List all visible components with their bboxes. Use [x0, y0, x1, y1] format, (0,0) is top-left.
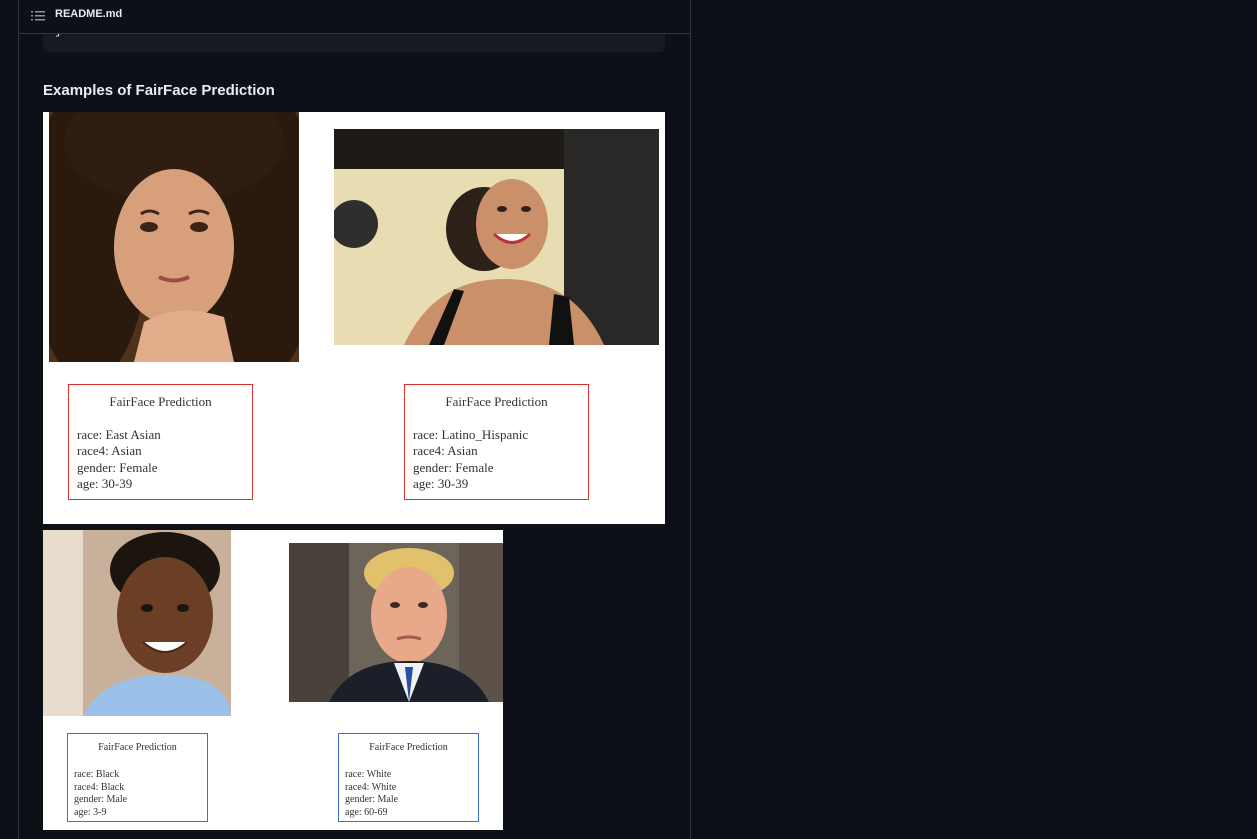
prediction-gender: gender: Male	[345, 794, 399, 805]
prediction-race4: race4: Asian	[77, 443, 142, 458]
portrait-photo-1	[49, 112, 299, 362]
prediction-race: race: White	[345, 769, 392, 780]
prediction-age: age: 30-39	[77, 476, 133, 491]
list-icon[interactable]	[31, 10, 45, 22]
prediction-race4: race4: White	[345, 782, 397, 793]
example-figure-2: FairFace Prediction race: Black race4: B…	[43, 530, 503, 830]
readme-panel: README.md } Examples of FairFace Predict…	[18, 0, 691, 839]
prediction-age: age: 60-69	[345, 807, 388, 818]
section-heading: Examples of FairFace Prediction	[43, 82, 275, 99]
prediction-race: race: East Asian	[77, 427, 161, 442]
prediction-race: race: Black	[74, 769, 120, 780]
portrait-photo-4	[289, 543, 503, 702]
prediction-box-2: FairFace Prediction race: Latino_Hispani…	[404, 384, 589, 500]
readme-header: README.md	[19, 0, 690, 34]
prediction-box-1: FairFace Prediction race: East Asian rac…	[68, 384, 253, 500]
prediction-title: FairFace Prediction	[369, 742, 448, 753]
prediction-age: age: 30-39	[413, 476, 469, 491]
portrait-photo-2	[334, 129, 659, 345]
prediction-gender: gender: Female	[413, 460, 494, 475]
prediction-gender: gender: Male	[74, 794, 128, 805]
prediction-race: race: Latino_Hispanic	[413, 427, 529, 442]
prediction-box-3: FairFace Prediction race: Black race4: B…	[67, 733, 208, 822]
prediction-race4: race4: Asian	[413, 443, 478, 458]
file-name: README.md	[55, 8, 123, 20]
prediction-title: FairFace Prediction	[109, 394, 212, 409]
prediction-gender: gender: Female	[77, 460, 158, 475]
example-figure-1: FairFace Prediction race: East Asian rac…	[43, 112, 665, 524]
portrait-photo-3	[43, 530, 231, 716]
prediction-title: FairFace Prediction	[445, 394, 548, 409]
prediction-box-4: FairFace Prediction race: White race4: W…	[338, 733, 479, 822]
prediction-title: FairFace Prediction	[98, 742, 177, 753]
prediction-race4: race4: Black	[74, 782, 125, 793]
prediction-age: age: 3-9	[74, 807, 107, 818]
